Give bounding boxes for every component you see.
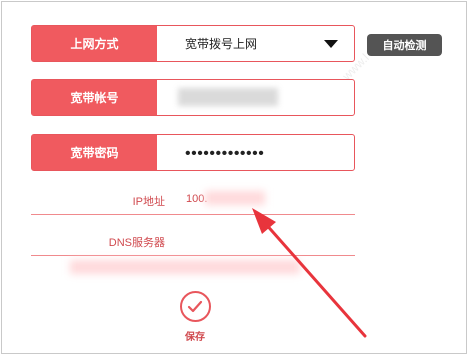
arrow-icon [252, 208, 367, 338]
